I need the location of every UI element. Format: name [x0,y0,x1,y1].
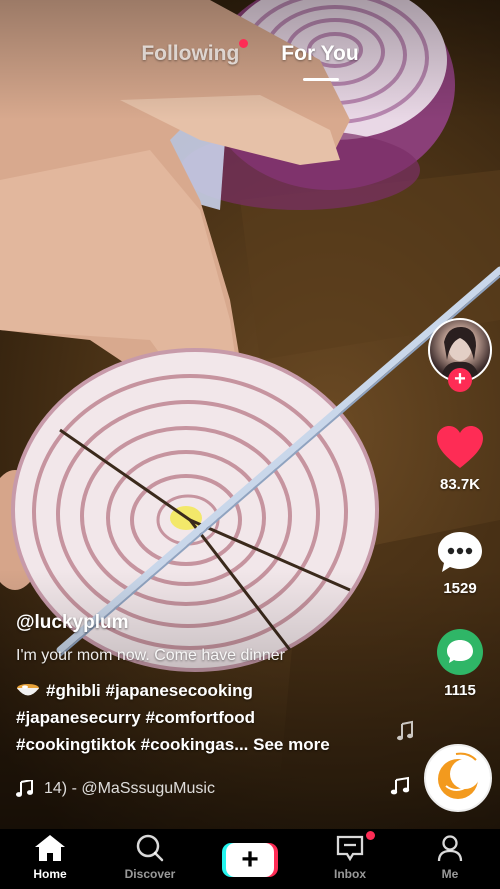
nav-me[interactable]: Me [400,829,500,881]
hashtags-line-3[interactable]: #cookingtiktok #cookingas... [16,735,248,754]
share-icon[interactable] [436,628,484,676]
floating-notes-icon [390,720,413,795]
nav-discover[interactable]: Discover [100,829,200,881]
caption-text: I'm your mom now. Come have dinner [16,647,285,664]
bottom-navigation: Home Discover + Inbox Me [0,829,500,889]
like-count: 83.7K [439,476,481,493]
home-icon [35,835,65,861]
creator-username[interactable]: @luckyplum [16,612,396,634]
comment-count: 1529 [443,580,477,597]
tab-for-you-label: For You [281,42,359,65]
nav-create[interactable]: + [200,829,300,877]
hashtag-line: #japanesecurry #comfortfood [16,704,396,731]
feed-tabs: Following For You [0,39,500,82]
comment-icon[interactable] [436,530,484,574]
hashtags-line-1[interactable]: #ghibli #japanesecooking [46,681,253,700]
creator-avatar-button[interactable]: + [428,318,492,392]
curry-bowl-icon [17,684,39,696]
tab-following-label: Following [141,42,240,65]
see-more-link[interactable]: See more [253,735,330,754]
nav-home-label: Home [33,867,67,881]
share-count: 1115 [444,682,476,699]
nav-discover-label: Discover [124,867,176,881]
follow-plus-icon[interactable]: + [448,368,472,392]
comment-action: 1529 [415,530,500,597]
share-action: 1115 [415,628,500,699]
like-action: 83.7K [415,426,500,493]
following-notification-dot [239,39,249,48]
profile-icon [437,835,463,862]
hashtags: #ghibli #japanesecooking #japanesecurry … [16,677,396,758]
nav-inbox[interactable]: Inbox [300,829,400,881]
nav-home[interactable]: Home [0,829,100,881]
heart-icon[interactable] [436,426,484,470]
audiostock-logo-icon [438,752,480,799]
search-icon [136,834,164,862]
tab-for-you[interactable]: For You [281,42,359,82]
inbox-icon [336,835,364,862]
hashtag-line: #ghibli #japanesecooking [16,677,396,704]
music-note-icon [16,780,33,797]
hashtags-line-2[interactable]: #japanesecurry #comfortfood [16,708,255,727]
create-icon[interactable]: + [222,843,278,877]
nav-me-label: Me [441,867,459,881]
sound-disc-button[interactable] [424,744,492,812]
nav-inbox-label: Inbox [334,867,366,881]
tab-following[interactable]: Following [141,39,249,82]
inbox-notification-dot [366,831,375,840]
music-title: 14) - @MaSssuguMusic [44,780,215,797]
hashtag-line: #cookingtiktok #cookingas... See more [16,731,396,758]
active-tab-indicator [303,78,340,81]
video-caption: @luckyplum I'm your mom now. Come have d… [16,612,396,758]
music-ticker[interactable]: 14) - @MaSssuguMusic [16,780,215,798]
